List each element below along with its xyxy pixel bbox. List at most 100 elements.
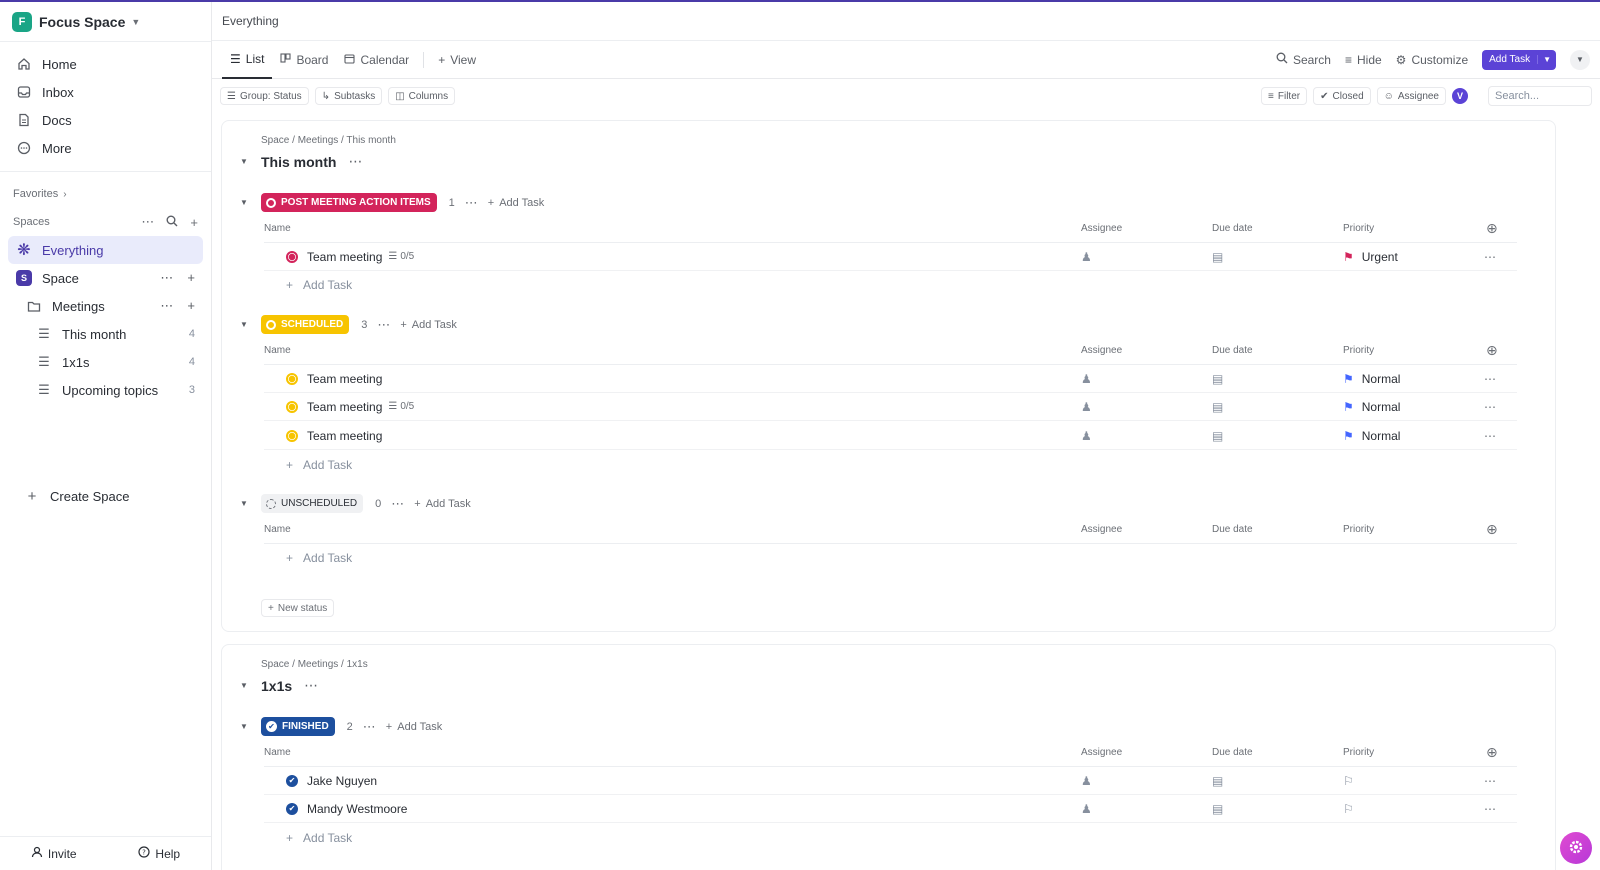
floating-action-button[interactable] (1560, 832, 1592, 864)
sidebar-item-everything[interactable]: ❋ Everything (8, 236, 203, 264)
collapse-triangle-icon[interactable]: ▼ (240, 499, 261, 508)
row-more-icon[interactable]: ⋯ (1484, 372, 1496, 386)
assignee-icon[interactable]: ♟ (1081, 372, 1092, 386)
subtask-count[interactable]: ☰ 0/5 (388, 401, 414, 412)
task-name[interactable]: Team meeting (307, 250, 382, 264)
more-icon[interactable]: ⋯ (465, 195, 478, 211)
assignee-icon[interactable]: ♟ (1081, 774, 1092, 788)
flag-icon[interactable]: ⚐ (1343, 802, 1354, 816)
more-icon[interactable]: ⋯ (391, 496, 404, 512)
status-badge[interactable]: SCHEDULED (261, 315, 350, 334)
col-assignee[interactable]: Assignee (1081, 747, 1122, 758)
subtask-count[interactable]: ☰ 0/5 (388, 251, 414, 262)
table-row[interactable]: Team meeting ☰ 0/5 ♟ ▤ ⚑ Normal ⋯ (264, 393, 1517, 421)
table-row[interactable]: ✔ Jake Nguyen ♟ ▤ ⚐ ⋯ (264, 767, 1517, 795)
sidebar-item-this-month[interactable]: ☰ This month 4 (8, 320, 203, 348)
group-add-task[interactable]: + Add Task (386, 721, 443, 733)
status-dot[interactable] (286, 429, 298, 442)
table-row[interactable]: ✔ Mandy Westmoore ♟ ▤ ⚐ ⋯ (264, 795, 1517, 823)
col-assignee[interactable]: Assignee (1081, 223, 1122, 234)
calendar-icon[interactable]: ▤ (1212, 802, 1223, 816)
status-dot[interactable]: ✔ (286, 774, 298, 787)
tab-calendar[interactable]: Calendar (336, 41, 417, 79)
sidebar-item-space[interactable]: S Space ⋯ + (8, 264, 203, 292)
table-row[interactable]: Team meeting ♟ ▤ ⚑ Normal ⋯ (264, 365, 1517, 393)
priority-cell[interactable]: ⚑ Normal (1343, 372, 1400, 386)
assignee-icon[interactable]: ♟ (1081, 400, 1092, 414)
status-badge[interactable]: ✔ FINISHED (261, 717, 335, 736)
plus-icon[interactable]: + (190, 215, 198, 230)
add-task-row[interactable]: + Add Task (286, 458, 352, 472)
row-more-icon[interactable]: ⋯ (1484, 429, 1496, 443)
add-task-row[interactable]: + Add Task (286, 831, 352, 845)
more-icon[interactable]: ⋯ (348, 153, 362, 170)
add-column-icon[interactable]: ⊕ (1486, 220, 1498, 237)
avatar[interactable]: V (1452, 88, 1468, 104)
search-input[interactable]: Search... (1488, 86, 1592, 106)
favorites-header[interactable]: Favorites › (0, 180, 211, 208)
group-add-task[interactable]: + Add Task (414, 498, 471, 510)
sidebar-item-upcoming-topics[interactable]: ☰ Upcoming topics 3 (8, 376, 203, 404)
row-more-icon[interactable]: ⋯ (1484, 802, 1496, 816)
task-name[interactable]: Jake Nguyen (307, 774, 377, 788)
tab-list[interactable]: ☰ List (222, 41, 273, 79)
col-priority[interactable]: Priority (1343, 524, 1374, 535)
assignee-icon[interactable]: ♟ (1081, 250, 1092, 264)
collapse-triangle-icon[interactable]: ▼ (240, 157, 261, 166)
add-column-icon[interactable]: ⊕ (1486, 744, 1498, 761)
chevron-down-icon[interactable]: ▼ (1537, 55, 1556, 64)
flag-icon[interactable]: ⚐ (1343, 774, 1354, 788)
col-due-date[interactable]: Due date (1212, 345, 1253, 356)
more-icon[interactable]: ⋯ (377, 317, 390, 333)
customize-button[interactable]: ⚙ Customize (1396, 53, 1468, 67)
assignee-icon[interactable]: ♟ (1081, 429, 1092, 443)
add-task-row[interactable]: + Add Task (286, 278, 352, 292)
sidebar-item-1x1s[interactable]: ☰ 1x1s 4 (8, 348, 203, 376)
assignee-chip[interactable]: ☺ Assignee (1376, 87, 1446, 105)
columns-chip[interactable]: ◫ Columns (388, 87, 456, 105)
col-priority[interactable]: Priority (1343, 223, 1374, 234)
more-icon[interactable]: ⋯ (363, 719, 376, 735)
folder-add-icon[interactable]: + (187, 298, 195, 314)
task-name[interactable]: Team meeting (307, 429, 382, 443)
create-space-button[interactable]: + Create Space (16, 482, 195, 510)
status-dot[interactable] (286, 400, 298, 413)
hide-button[interactable]: ≡ Hide (1345, 53, 1382, 67)
status-dot[interactable] (286, 250, 298, 263)
calendar-icon[interactable]: ▤ (1212, 372, 1223, 386)
col-priority[interactable]: Priority (1343, 345, 1374, 356)
nav-home[interactable]: Home (8, 50, 203, 78)
tab-board[interactable]: Board (272, 41, 336, 79)
section-title[interactable]: ▼ This month ⋯ (240, 153, 362, 170)
priority-cell[interactable]: ⚑ Urgent (1343, 250, 1398, 264)
assignee-icon[interactable]: ♟ (1081, 802, 1092, 816)
section-title[interactable]: ▼ 1x1s ⋯ (240, 677, 318, 694)
col-assignee[interactable]: Assignee (1081, 345, 1122, 356)
group-add-task[interactable]: + Add Task (488, 197, 545, 209)
col-assignee[interactable]: Assignee (1081, 524, 1122, 535)
table-row[interactable]: Team meeting ☰ 0/5 ♟ ▤ ⚑ Urgent ⋯ (264, 243, 1517, 271)
status-badge[interactable]: POST MEETING ACTION ITEMS (261, 193, 437, 212)
filter-chip[interactable]: ≡ Filter (1261, 87, 1308, 105)
space-add-icon[interactable]: + (187, 270, 195, 286)
calendar-icon[interactable]: ▤ (1212, 400, 1223, 414)
table-row[interactable]: Team meeting ♟ ▤ ⚑ Normal ⋯ (264, 422, 1517, 450)
search-button[interactable]: Search (1276, 52, 1331, 67)
help-button[interactable]: ? Help (138, 846, 180, 861)
spaces-more-icon[interactable]: ⋯ (141, 214, 154, 230)
search-icon[interactable] (166, 215, 178, 230)
col-due-date[interactable]: Due date (1212, 524, 1253, 535)
col-due-date[interactable]: Due date (1212, 223, 1253, 234)
collapse-triangle-icon[interactable]: ▼ (240, 320, 261, 329)
priority-cell[interactable]: ⚑ Normal (1343, 429, 1400, 443)
status-badge[interactable]: UNSCHEDULED (261, 494, 364, 513)
group-status-chip[interactable]: ☰ Group: Status (220, 87, 309, 105)
row-more-icon[interactable]: ⋯ (1484, 400, 1496, 414)
add-view-button[interactable]: + View (430, 41, 484, 79)
nav-docs[interactable]: Docs (8, 106, 203, 134)
task-name[interactable]: Team meeting (307, 400, 382, 414)
row-more-icon[interactable]: ⋯ (1484, 774, 1496, 788)
status-dot[interactable] (286, 372, 298, 385)
expand-chevron-button[interactable]: ▼ (1570, 49, 1590, 70)
sidebar-item-meetings[interactable]: Meetings ⋯ + (8, 292, 203, 320)
